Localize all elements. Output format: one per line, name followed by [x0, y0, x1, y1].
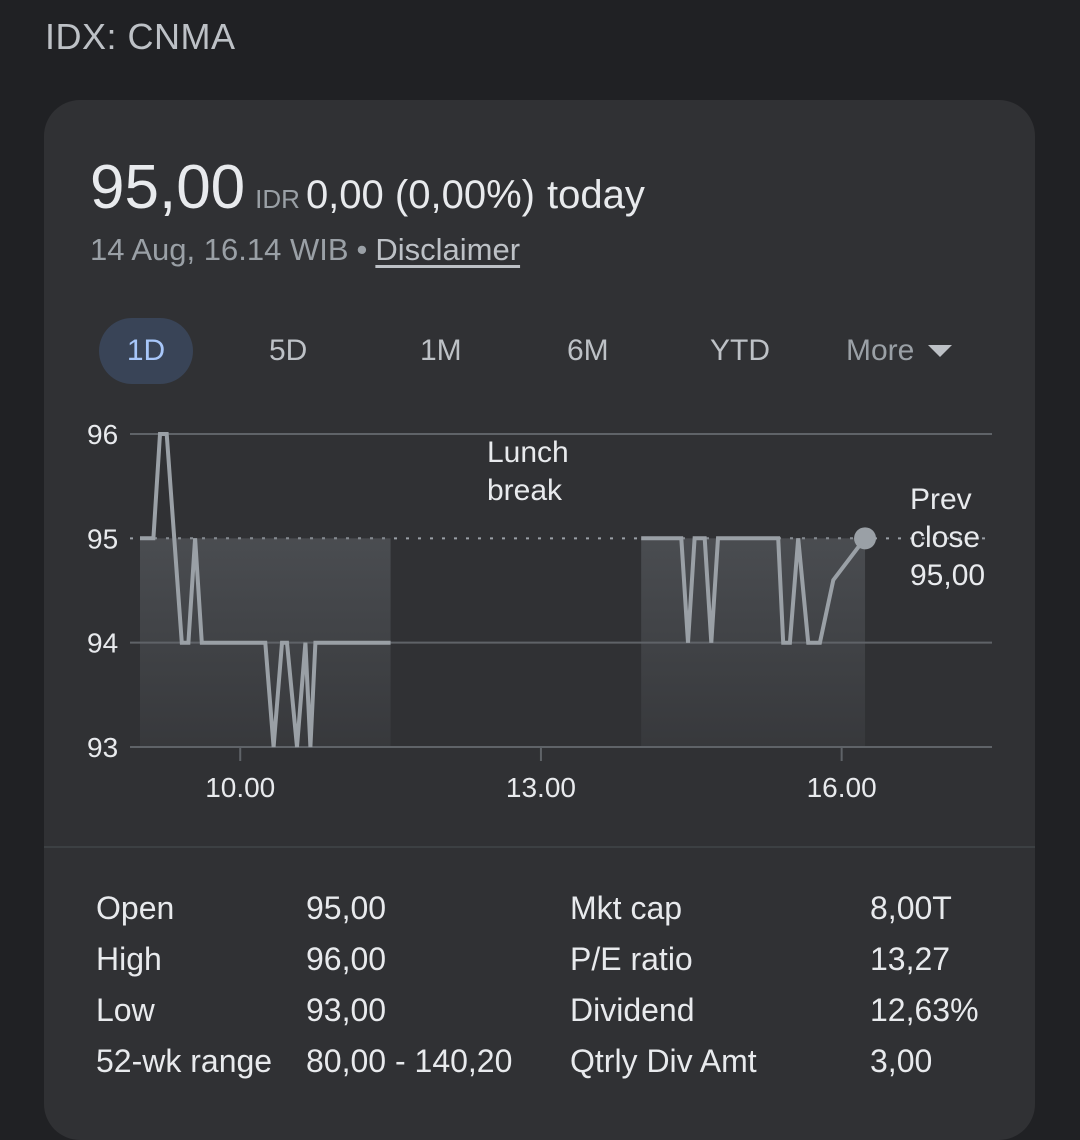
- stat-label-low: Low: [96, 992, 155, 1029]
- stat-row: Low 93,00 Dividend 12,63%: [44, 992, 1035, 1043]
- stat-value-dividend: 12,63%: [870, 992, 979, 1029]
- stat-value-qtrly-div-amt: 3,00: [870, 1043, 932, 1080]
- prev-close-label: Prevclose95,00: [910, 483, 985, 592]
- stats-table: Open 95,00 Mkt cap 8,00T High 96,00 P/E …: [44, 890, 1035, 1094]
- stat-value-low: 93,00: [306, 992, 386, 1029]
- series-area-fill-afternoon: [641, 538, 865, 747]
- y-tick-label: 96: [87, 419, 118, 450]
- stock-card: 95,00 IDR 0,00 (0,00%) today 14 Aug, 16.…: [44, 100, 1035, 1140]
- stat-row: High 96,00 P/E ratio 13,27: [44, 941, 1035, 992]
- x-tick-label: 10.00: [205, 772, 275, 803]
- stat-row: 52-wk range 80,00 - 140,20 Qtrly Div Amt…: [44, 1043, 1035, 1094]
- stat-label-dividend: Dividend: [570, 992, 695, 1029]
- lunch-break-label: Lunchbreak: [487, 436, 569, 507]
- price-chart[interactable]: 96 95 94 93 10.00 13.00 16.00 Lunchbreak Prevclo…: [44, 100, 1035, 840]
- stat-label-pe-ratio: P/E ratio: [570, 941, 693, 978]
- section-divider: [44, 846, 1035, 848]
- stat-value-high: 96,00: [306, 941, 386, 978]
- y-tick-label: 95: [87, 523, 118, 554]
- stat-value-pe-ratio: 13,27: [870, 941, 950, 978]
- stat-label-52wk-range: 52-wk range: [96, 1043, 272, 1080]
- stat-row: Open 95,00 Mkt cap 8,00T: [44, 890, 1035, 941]
- stat-value-open: 95,00: [306, 890, 386, 927]
- stat-label-qtrly-div-amt: Qtrly Div Amt: [570, 1043, 757, 1080]
- y-tick-label: 93: [87, 732, 118, 763]
- x-tick-label: 13.00: [506, 772, 576, 803]
- ticker-symbol: IDX: CNMA: [45, 16, 236, 58]
- stat-value-mkt-cap: 8,00T: [870, 890, 952, 927]
- stat-label-high: High: [96, 941, 162, 978]
- last-price-marker: [854, 527, 876, 549]
- stat-label-open: Open: [96, 890, 174, 927]
- x-tick-label: 16.00: [807, 772, 877, 803]
- y-tick-label: 94: [87, 628, 118, 659]
- stat-value-52wk-range: 80,00 - 140,20: [306, 1043, 512, 1080]
- stat-label-mkt-cap: Mkt cap: [570, 890, 682, 927]
